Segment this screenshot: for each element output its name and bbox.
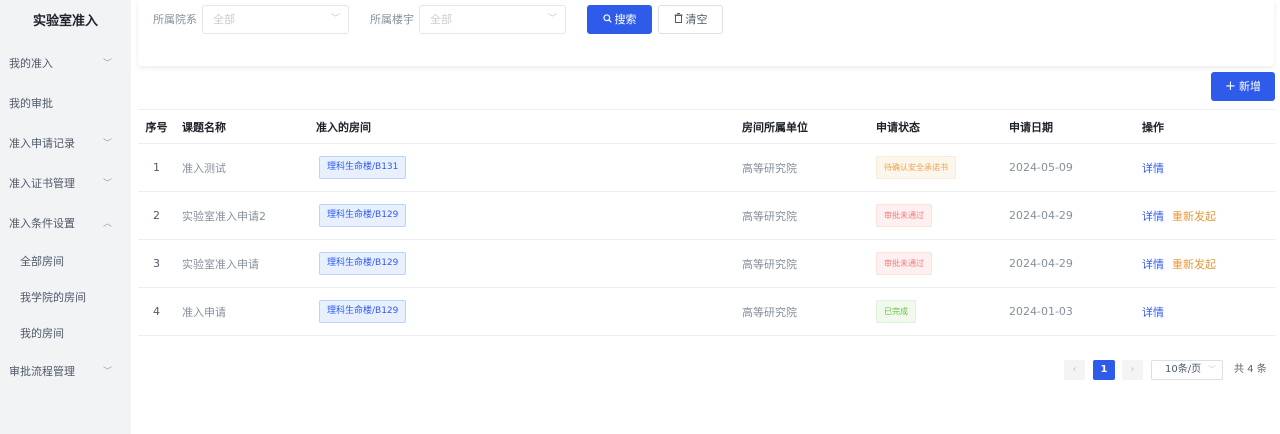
sidebar-item-certificate-management[interactable]: 准入证书管理 ﹀	[0, 164, 131, 204]
sidebar-item-access-conditions[interactable]: 准入条件设置 ︿	[0, 204, 131, 244]
unit-cell: 高等研究院	[742, 143, 876, 192]
chevron-right-icon: ›	[1130, 364, 1135, 375]
column-header: 申请状态	[876, 109, 1009, 144]
column-header: 房间所属单位	[742, 109, 876, 144]
search-button[interactable]: 搜索	[587, 5, 652, 34]
building-select-value: 全部	[430, 13, 452, 26]
unit-cell: 高等研究院	[742, 287, 876, 336]
sidebar-item-label: 准入条件设置	[9, 217, 75, 230]
table-row: 2 实验室准入申请2 理科生命楼/B129 高等研究院 审批未通过 2024-0…	[138, 191, 1276, 240]
trash-icon	[674, 7, 683, 34]
status-badge: 已完成	[876, 300, 916, 323]
chevron-down-icon: ﹀	[102, 367, 112, 377]
unit-cell: 高等研究院	[742, 239, 876, 288]
table-row: 1 准入测试 理科生命楼/B131 高等研究院 待确认安全承诺书 2024-05…	[138, 143, 1276, 192]
chevron-down-icon: ﹀	[102, 139, 112, 149]
sidebar-item-my-approval[interactable]: 我的审批	[0, 84, 131, 124]
sidebar-subitem-label: 全部房间	[20, 255, 64, 268]
search-button-label: 搜索	[614, 13, 637, 26]
search-icon	[602, 7, 612, 34]
total-count: 共 4 条	[1234, 364, 1267, 375]
sidebar-subitem-all-rooms[interactable]: 全部房间	[0, 244, 131, 280]
plus-icon: +	[1225, 79, 1236, 94]
resubmit-link[interactable]: 重新发起	[1172, 210, 1216, 223]
sidebar-item-application-records[interactable]: 准入申请记录 ﹀	[0, 124, 131, 164]
topic-cell: 准入申请	[175, 287, 309, 336]
page-number-current[interactable]: 1	[1093, 360, 1115, 380]
detail-link[interactable]: 详情	[1142, 210, 1164, 223]
application-table: 序号 课题名称 准入的房间 房间所属单位 申请状态 申请日期 操作 1 准入测试…	[138, 109, 1276, 336]
chevron-down-icon: ﹀	[102, 59, 112, 69]
column-header: 课题名称	[175, 109, 309, 144]
detail-link[interactable]: 详情	[1142, 306, 1164, 319]
column-header: 序号	[138, 109, 175, 144]
sidebar-item-my-access[interactable]: 我的准入 ﹀	[0, 44, 131, 84]
chevron-up-icon: ︿	[102, 219, 112, 229]
date-cell: 2024-01-03	[1009, 287, 1142, 336]
chevron-down-icon: ﹀	[547, 14, 557, 24]
row-index: 2	[138, 191, 175, 240]
date-cell: 2024-04-29	[1009, 191, 1142, 240]
table-row: 3 实验室准入申请 理科生命楼/B129 高等研究院 审批未通过 2024-04…	[138, 239, 1276, 288]
department-select[interactable]: 全部 ﹀	[202, 5, 349, 34]
chevron-down-icon: ﹀	[102, 179, 112, 189]
sidebar-subitem-college-rooms[interactable]: 我学院的房间	[0, 280, 131, 316]
main-content: 所属院系 全部 ﹀ 所属楼宇 全部 ﹀ 搜索 清空 + 新增 序号 课题名称 准…	[131, 0, 1280, 434]
detail-link[interactable]: 详情	[1142, 162, 1164, 175]
column-header: 操作	[1142, 109, 1276, 144]
unit-cell: 高等研究院	[742, 191, 876, 240]
row-index: 1	[138, 143, 175, 192]
room-tag: 理科生命楼/B129	[319, 252, 407, 275]
prev-page-button[interactable]: ‹	[1064, 360, 1085, 380]
add-button[interactable]: + 新增	[1211, 72, 1275, 101]
status-badge: 审批未通过	[876, 252, 932, 275]
row-index: 3	[138, 239, 175, 288]
table-row: 4 准入申请 理科生命楼/B129 高等研究院 已完成 2024-01-03 详…	[138, 287, 1276, 336]
chevron-down-icon: ﹀	[1208, 365, 1216, 374]
column-header: 申请日期	[1009, 109, 1142, 144]
sidebar-item-label: 准入证书管理	[9, 177, 75, 190]
building-select[interactable]: 全部 ﹀	[419, 5, 566, 34]
building-label: 所属楼宇	[370, 13, 414, 26]
table-header-row: 序号 课题名称 准入的房间 房间所属单位 申请状态 申请日期 操作	[138, 109, 1276, 144]
status-badge: 待确认安全承诺书	[876, 156, 956, 179]
date-cell: 2024-05-09	[1009, 143, 1142, 192]
sidebar-item-label: 准入申请记录	[9, 137, 75, 150]
column-header: 准入的房间	[309, 109, 742, 144]
sidebar: 实验室准入 我的准入 ﹀ 我的审批 准入申请记录 ﹀ 准入证书管理 ﹀ 准入条件…	[0, 0, 131, 434]
next-page-button[interactable]: ›	[1122, 360, 1143, 380]
room-tag: 理科生命楼/B129	[319, 204, 407, 227]
topic-cell: 实验室准入申请	[175, 239, 309, 288]
sidebar-subitem-my-rooms[interactable]: 我的房间	[0, 316, 131, 352]
clear-button[interactable]: 清空	[658, 5, 723, 34]
department-label: 所属院系	[153, 13, 197, 26]
sidebar-item-label: 我的准入	[9, 57, 53, 70]
chevron-left-icon: ‹	[1072, 364, 1077, 375]
topic-cell: 准入测试	[175, 143, 309, 192]
page-size-select[interactable]: 10条/页 ﹀	[1151, 360, 1223, 380]
sidebar-item-label: 审批流程管理	[9, 365, 75, 378]
detail-link[interactable]: 详情	[1142, 258, 1164, 271]
add-button-label: 新增	[1238, 80, 1261, 93]
app-title: 实验室准入	[32, 14, 98, 29]
date-cell: 2024-04-29	[1009, 239, 1142, 288]
room-tag: 理科生命楼/B131	[319, 156, 407, 179]
status-badge: 审批未通过	[876, 204, 932, 227]
chevron-down-icon: ﹀	[330, 14, 340, 24]
sidebar-subitem-label: 我学院的房间	[20, 291, 86, 304]
topic-cell: 实验室准入申请2	[175, 191, 309, 240]
resubmit-link[interactable]: 重新发起	[1172, 258, 1216, 271]
sidebar-item-approval-flow[interactable]: 审批流程管理 ﹀	[0, 352, 131, 392]
page-size-value: 10条/页	[1165, 364, 1202, 375]
room-tag: 理科生命楼/B129	[319, 300, 407, 323]
sidebar-item-label: 我的审批	[9, 97, 53, 110]
filter-panel: 所属院系 全部 ﹀ 所属楼宇 全部 ﹀ 搜索 清空	[138, 0, 1274, 66]
sidebar-subitem-label: 我的房间	[20, 327, 64, 340]
row-index: 4	[138, 287, 175, 336]
clear-button-label: 清空	[685, 13, 708, 26]
department-select-value: 全部	[213, 13, 235, 26]
